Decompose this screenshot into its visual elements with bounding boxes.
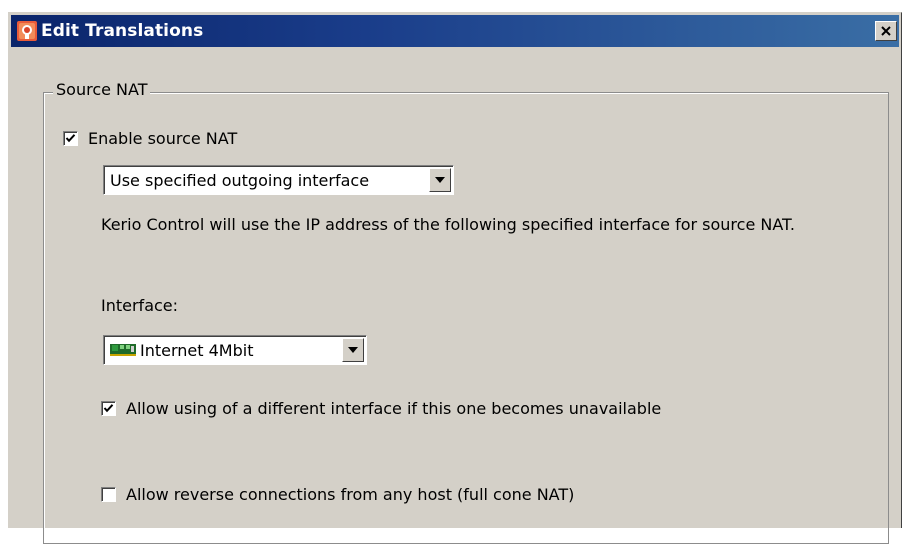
edit-translations-dialog: Edit Translations Source NAT Enable sour… bbox=[8, 12, 902, 544]
interface-value: Internet 4Mbit bbox=[140, 340, 254, 360]
chevron-down-icon bbox=[435, 177, 445, 183]
allow-reverse-connections-checkbox[interactable] bbox=[101, 487, 116, 502]
nat-mode-dropdown-button[interactable] bbox=[429, 168, 451, 192]
title-bar[interactable]: Edit Translations bbox=[11, 15, 899, 47]
allow-different-interface-row[interactable]: Allow using of a different interface if … bbox=[101, 399, 661, 418]
nat-mode-value: Use specified outgoing interface bbox=[110, 170, 370, 190]
checkmark-icon bbox=[65, 134, 76, 143]
allow-different-interface-label: Allow using of a different interface if … bbox=[126, 399, 662, 418]
nat-mode-select[interactable]: Use specified outgoing interface bbox=[103, 165, 454, 195]
allow-reverse-connections-label: Allow reverse connections from any host … bbox=[126, 485, 575, 504]
window-title: Edit Translations bbox=[41, 21, 204, 41]
interface-dropdown-button[interactable] bbox=[342, 338, 364, 362]
close-icon bbox=[881, 22, 891, 40]
allow-different-interface-checkbox[interactable] bbox=[101, 401, 116, 416]
close-button[interactable] bbox=[875, 21, 897, 41]
source-nat-group bbox=[43, 92, 889, 544]
chevron-down-icon bbox=[348, 347, 358, 353]
enable-source-nat-label: Enable source NAT bbox=[88, 129, 238, 148]
kerio-app-icon bbox=[17, 21, 37, 41]
allow-reverse-connections-row[interactable]: Allow reverse connections from any host … bbox=[101, 485, 574, 504]
source-nat-group-label: Source NAT bbox=[53, 80, 151, 99]
enable-source-nat-checkbox[interactable] bbox=[63, 131, 78, 146]
interface-value-container: Internet 4Mbit bbox=[104, 341, 342, 360]
interface-select[interactable]: Internet 4Mbit bbox=[103, 335, 367, 365]
enable-source-nat-row[interactable]: Enable source NAT bbox=[63, 129, 237, 148]
interface-label: Interface: bbox=[101, 296, 179, 315]
checkmark-icon bbox=[103, 404, 114, 413]
nat-description: Kerio Control will use the IP address of… bbox=[101, 215, 796, 234]
network-card-icon bbox=[110, 341, 136, 360]
